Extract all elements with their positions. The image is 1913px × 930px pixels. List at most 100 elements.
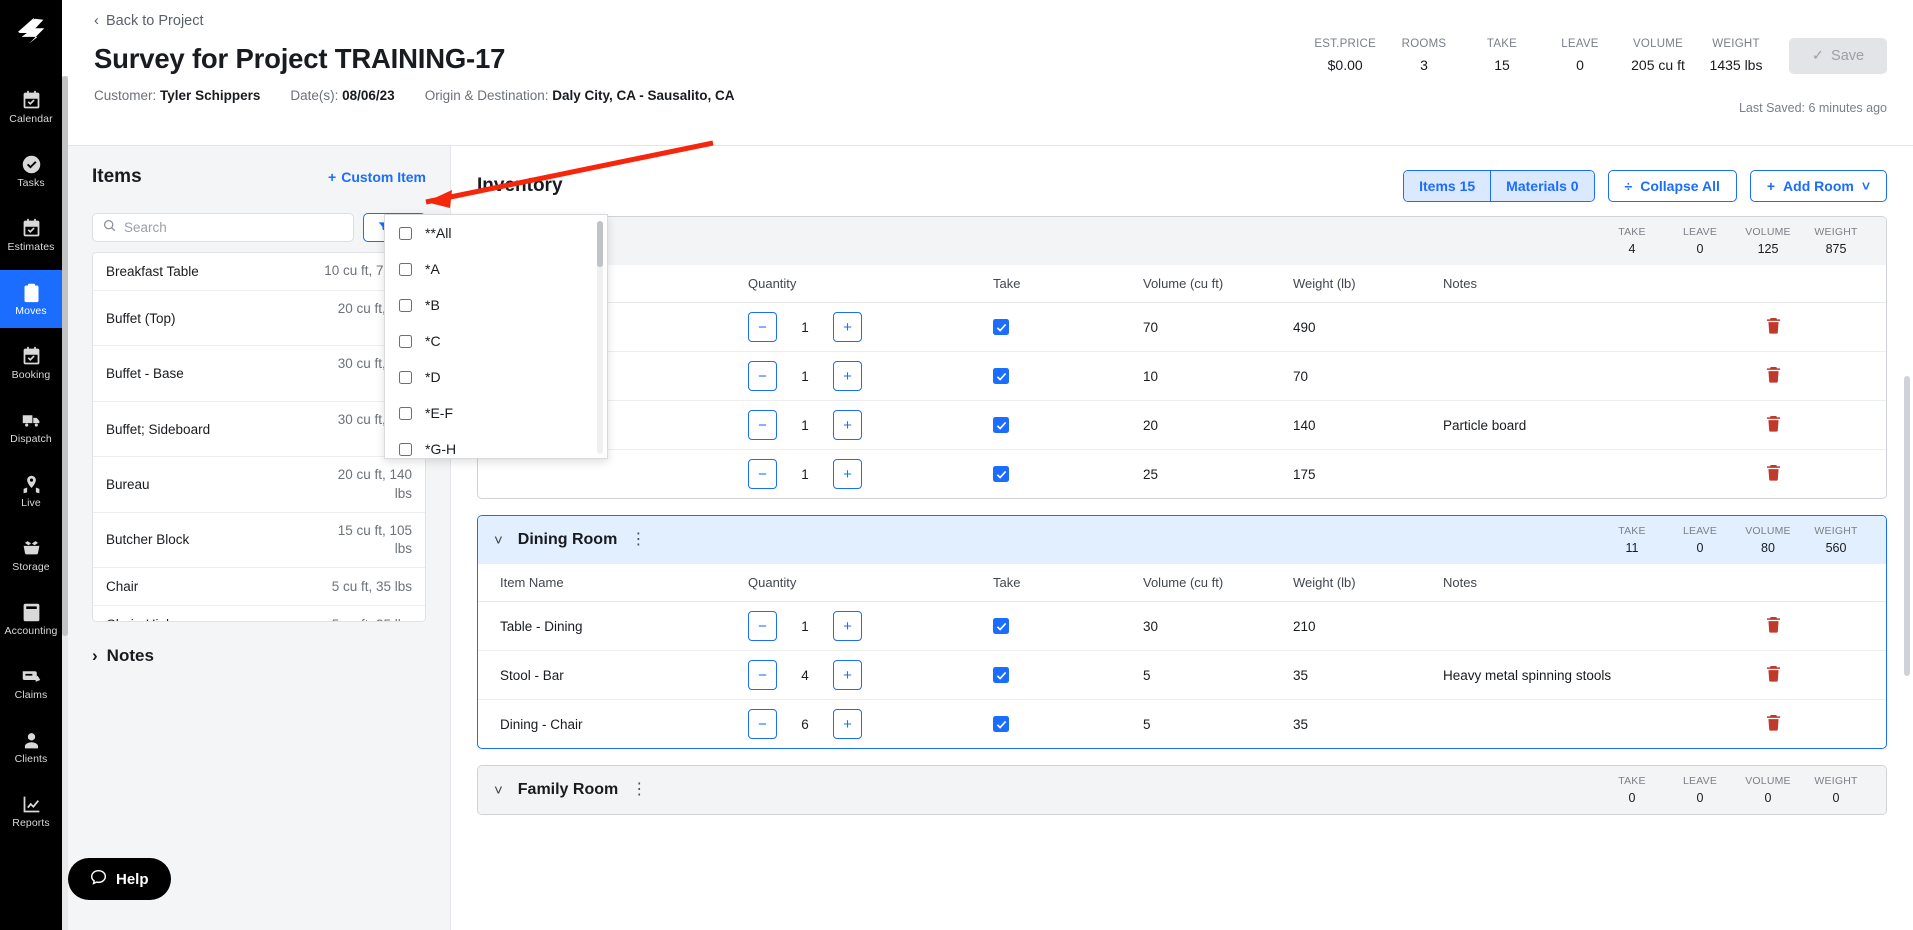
quantity-decrement-button[interactable]: − bbox=[748, 410, 777, 440]
add-room-button[interactable]: + Add Room ˅ bbox=[1749, 170, 1887, 202]
rail-item-accounting[interactable]: Accounting bbox=[0, 590, 62, 648]
rail-item-tasks[interactable]: Tasks bbox=[0, 142, 62, 200]
quantity-decrement-button[interactable]: − bbox=[748, 660, 777, 690]
take-checkbox[interactable] bbox=[993, 667, 1009, 683]
custom-item-button[interactable]: + Custom Item bbox=[328, 169, 426, 185]
search-input[interactable] bbox=[124, 220, 343, 235]
quantity-increment-button[interactable]: + bbox=[833, 660, 862, 690]
delete-row-icon[interactable] bbox=[1766, 366, 1781, 383]
rail-item-dispatch[interactable]: Dispatch bbox=[0, 398, 62, 456]
quantity-decrement-button[interactable]: − bbox=[748, 709, 777, 739]
take-checkbox[interactable] bbox=[993, 716, 1009, 732]
list-item[interactable]: Butcher Block 15 cu ft, 105 lbs bbox=[93, 513, 425, 569]
rail-scrollbar-thumb[interactable] bbox=[62, 76, 68, 636]
rail-item-storage[interactable]: Storage bbox=[0, 526, 62, 584]
filter-dropdown-scrollbar-thumb[interactable] bbox=[597, 221, 603, 267]
delete-row-icon[interactable] bbox=[1766, 317, 1781, 334]
rail-item-reports[interactable]: Reports bbox=[0, 782, 62, 840]
customer-label: Customer: bbox=[94, 88, 157, 103]
save-button[interactable]: ✓ Save bbox=[1789, 38, 1887, 74]
quantity-value: 1 bbox=[801, 319, 809, 335]
list-item-size: 5 cu ft, 35 lbs bbox=[332, 616, 412, 621]
checkbox-icon[interactable] bbox=[399, 226, 412, 240]
rail-item-calendar[interactable]: Calendar bbox=[0, 78, 62, 136]
chevron-down-icon[interactable]: ˅ bbox=[494, 783, 503, 798]
quantity-increment-button[interactable]: + bbox=[833, 611, 862, 641]
rail-item-claims[interactable]: Claims bbox=[0, 654, 62, 712]
checkbox-icon[interactable] bbox=[399, 406, 412, 420]
quantity-increment-button[interactable]: + bbox=[833, 709, 862, 739]
items-list[interactable]: Breakfast Table 10 cu ft, 70 lbs Buffet (T… bbox=[92, 252, 426, 622]
rail-item-clients[interactable]: Clients bbox=[0, 718, 62, 776]
quantity-increment-button[interactable]: + bbox=[833, 361, 862, 391]
quantity-decrement-button[interactable]: − bbox=[748, 459, 777, 489]
filter-option[interactable]: *B bbox=[385, 287, 607, 323]
notes-section-toggle[interactable]: › Notes bbox=[92, 646, 426, 666]
filter-option[interactable]: *C bbox=[385, 323, 607, 359]
back-to-project-link[interactable]: ‹ Back to Project bbox=[94, 13, 204, 29]
delete-row-icon[interactable] bbox=[1766, 464, 1781, 481]
list-item-name: Breakfast Table bbox=[106, 264, 199, 279]
take-checkbox[interactable] bbox=[993, 368, 1009, 384]
room-header[interactable]: ˅⋮TAKE4LEAVE0VOLUME125WEIGHT875 bbox=[478, 217, 1886, 265]
take-checkbox[interactable] bbox=[993, 319, 1009, 335]
delete-row-icon[interactable] bbox=[1766, 665, 1781, 682]
room-card: ˅ Family Room ⋮ TAKE 0 LEAVE 0 VOLUME 0 WEIGHT 0 bbox=[477, 765, 1887, 815]
chevron-down-icon[interactable]: ˅ bbox=[494, 533, 503, 548]
quantity-increment-button[interactable]: + bbox=[833, 312, 862, 342]
filter-dropdown-scrollbar[interactable] bbox=[597, 221, 603, 454]
filter-option[interactable]: *G-H bbox=[385, 431, 607, 458]
list-item[interactable]: Chair 5 cu ft, 35 lbs bbox=[93, 568, 425, 607]
filter-option[interactable]: *D bbox=[385, 359, 607, 395]
delete-row-icon[interactable] bbox=[1766, 415, 1781, 432]
filter-option[interactable]: *E-F bbox=[385, 395, 607, 431]
room-stat: TAKE 4 bbox=[1598, 226, 1666, 256]
inventory-scrollbar[interactable] bbox=[1904, 376, 1910, 930]
help-button[interactable]: Help bbox=[68, 858, 171, 900]
checkbox-icon[interactable] bbox=[399, 298, 412, 312]
filter-option[interactable]: *A bbox=[385, 251, 607, 287]
quantity-decrement-button[interactable]: − bbox=[748, 312, 777, 342]
list-item[interactable]: Buffet (Top)20 cu ft, 140 lbs bbox=[93, 291, 425, 347]
rail-item-moves[interactable]: Moves bbox=[0, 270, 62, 328]
checkbox-icon[interactable] bbox=[399, 262, 412, 276]
checkbox-icon[interactable] bbox=[399, 442, 412, 456]
list-item[interactable]: Buffet; Sideboard30 cu ft, 210 lbs bbox=[93, 402, 425, 458]
quantity-decrement-button[interactable]: − bbox=[748, 611, 777, 641]
room-stat-value: 0 bbox=[1832, 791, 1840, 805]
search-box[interactable] bbox=[92, 213, 354, 242]
filter-dropdown[interactable]: **All *A *B *C *D *E-F *G-H bbox=[384, 214, 608, 459]
delete-row-icon[interactable] bbox=[1766, 616, 1781, 633]
list-item[interactable]: Chair; High 5 cu ft, 35 lbs bbox=[93, 606, 425, 621]
take-checkbox[interactable] bbox=[993, 618, 1009, 634]
take-checkbox[interactable] bbox=[993, 466, 1009, 482]
rail-item-live[interactable]: Live bbox=[0, 462, 62, 520]
filter-option-label: *E-F bbox=[425, 405, 453, 421]
rail-item-estimates[interactable]: Estimates bbox=[0, 206, 62, 264]
list-item-size: 20 cu ft, 140 lbs bbox=[337, 467, 412, 501]
room-menu-icon[interactable]: ⋮ bbox=[631, 782, 647, 798]
quantity-decrement-button[interactable]: − bbox=[748, 361, 777, 391]
quantity-increment-button[interactable]: + bbox=[833, 410, 862, 440]
checkbox-icon[interactable] bbox=[399, 334, 412, 348]
list-item[interactable]: Buffet - Base30 cu ft, 210 lbs bbox=[93, 346, 425, 402]
take-checkbox[interactable] bbox=[993, 417, 1009, 433]
delete-row-icon[interactable] bbox=[1766, 714, 1781, 731]
filter-option[interactable]: **All bbox=[385, 215, 607, 251]
list-item[interactable]: Bureau 20 cu ft, 140 lbs bbox=[93, 457, 425, 513]
quantity-increment-button[interactable]: + bbox=[833, 459, 862, 489]
rail-item-booking[interactable]: Booking bbox=[0, 334, 62, 392]
checkbox-icon[interactable] bbox=[399, 370, 412, 384]
header-stat-est-price: EST.PRICE $0.00 bbox=[1305, 38, 1385, 73]
inventory-scrollbar-thumb[interactable] bbox=[1904, 376, 1910, 676]
lightning-logo[interactable] bbox=[11, 14, 51, 54]
tab-materials[interactable]: Materials 0 bbox=[1490, 171, 1594, 201]
tab-items[interactable]: Items 15 bbox=[1404, 171, 1491, 201]
rail-scrollbar[interactable] bbox=[62, 76, 68, 930]
list-item[interactable]: Breakfast Table 10 cu ft, 70 lbs bbox=[93, 253, 425, 291]
collapse-all-button[interactable]: ÷ Collapse All bbox=[1607, 170, 1737, 202]
room-header[interactable]: ˅ Dining Room ⋮ TAKE 11 LEAVE 0 VOLUME 80 WEIGHT 5… bbox=[478, 516, 1886, 564]
room-header[interactable]: ˅ Family Room ⋮ TAKE 0 LEAVE 0 VOLUME 0 WEIGHT 0 bbox=[478, 766, 1886, 814]
room-stat: LEAVE 0 bbox=[1666, 226, 1734, 256]
room-menu-icon[interactable]: ⋮ bbox=[630, 532, 646, 548]
